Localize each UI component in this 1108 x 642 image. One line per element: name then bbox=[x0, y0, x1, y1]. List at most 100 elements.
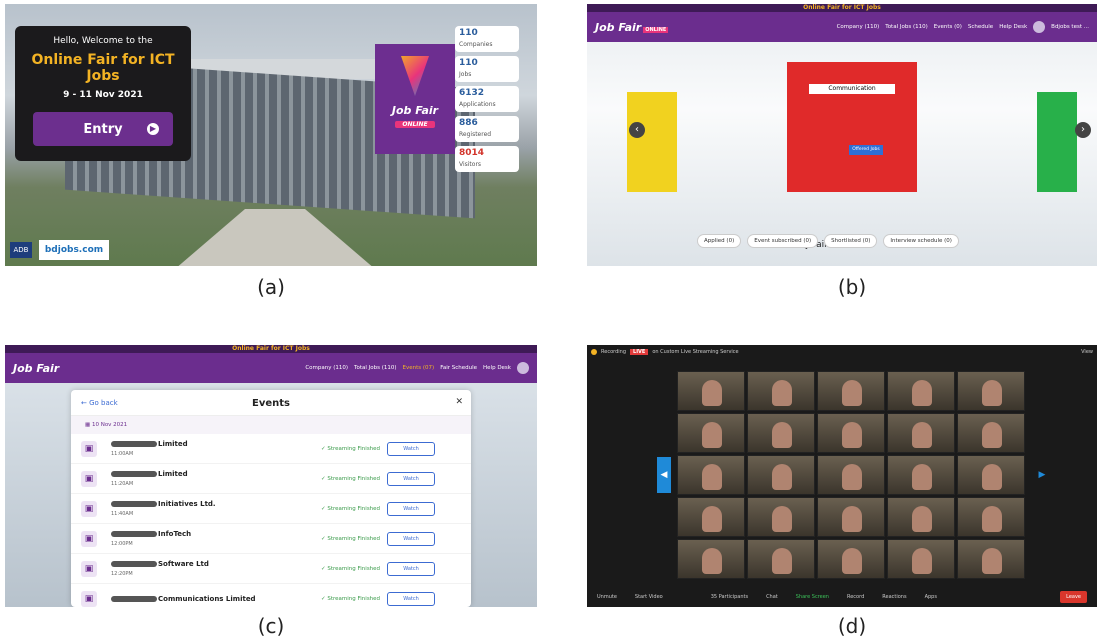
participant-tile[interactable] bbox=[887, 497, 955, 537]
fair-banner: Online Fair for ICT Jobs bbox=[587, 4, 1097, 12]
participant-tile[interactable] bbox=[677, 413, 745, 453]
nav-company[interactable]: Company (110) bbox=[837, 24, 880, 30]
stream-label[interactable]: on Custom Live Streaming Service bbox=[652, 349, 738, 355]
participants-button[interactable]: 35 Participants bbox=[711, 594, 748, 600]
chevron-right-icon[interactable]: ▶ bbox=[1035, 457, 1049, 493]
record-button[interactable]: Record bbox=[847, 594, 864, 600]
participant-tile[interactable] bbox=[747, 455, 815, 495]
participant-grid bbox=[677, 371, 1025, 579]
walkway bbox=[175, 209, 375, 266]
list-item: ▣ Limited 11:20AM ✓ Streaming Finished Watch bbox=[71, 464, 471, 494]
participant-tile[interactable] bbox=[677, 455, 745, 495]
participant-tile[interactable] bbox=[817, 497, 885, 537]
participant-tile[interactable] bbox=[957, 497, 1025, 537]
start-video-button[interactable]: Start Video bbox=[635, 594, 663, 600]
entry-button[interactable]: Entry ▶ bbox=[33, 112, 173, 146]
nav-help-desk[interactable]: Help Desk bbox=[483, 365, 511, 371]
chevron-left-icon[interactable]: ‹ bbox=[629, 122, 645, 138]
participant-tile[interactable] bbox=[957, 371, 1025, 411]
leave-button[interactable]: Leave bbox=[1060, 591, 1087, 603]
nav-fair-schedule[interactable]: Fair Schedule bbox=[440, 365, 477, 371]
close-icon[interactable]: ✕ bbox=[455, 397, 463, 407]
fair-title: Online Fair for ICT Jobs bbox=[31, 52, 175, 84]
nav-logo[interactable]: Job Fair ONLINE bbox=[595, 21, 669, 34]
top-nav: Job Fair ONLINE Company (110) Total Jobs … bbox=[587, 12, 1097, 42]
watch-button[interactable]: Watch bbox=[387, 591, 435, 606]
participant-tile[interactable] bbox=[817, 539, 885, 579]
nav-company[interactable]: Company (110) bbox=[305, 365, 348, 371]
booth-right[interactable] bbox=[1037, 92, 1077, 192]
chevron-left-icon[interactable]: ◀ bbox=[657, 457, 671, 493]
logo-emblem-icon bbox=[401, 56, 429, 96]
nav-total-jobs[interactable]: Total Jobs (110) bbox=[885, 24, 927, 30]
apps-button[interactable]: Apps bbox=[925, 594, 937, 600]
activity-event-subscribed[interactable]: Event subscribed (0) bbox=[747, 234, 819, 248]
welcome-card: Hello, Welcome to the Online Fair for IC… bbox=[15, 26, 191, 161]
participant-tile[interactable] bbox=[677, 497, 745, 537]
list-item: ▣ Limited 11:00AM ✓ Streaming Finished Watch bbox=[71, 434, 471, 464]
participant-tile[interactable] bbox=[887, 413, 955, 453]
participant-tile[interactable] bbox=[957, 413, 1025, 453]
booth-center[interactable] bbox=[787, 62, 917, 192]
entry-label: Entry bbox=[83, 121, 123, 137]
participant-tile[interactable] bbox=[887, 539, 955, 579]
participant-tile[interactable] bbox=[887, 455, 955, 495]
reactions-button[interactable]: Reactions bbox=[882, 594, 906, 600]
participant-tile[interactable] bbox=[747, 413, 815, 453]
participant-tile[interactable] bbox=[817, 455, 885, 495]
chat-button[interactable]: Chat bbox=[766, 594, 778, 600]
stat-jobs: 110 Jobs bbox=[455, 56, 519, 82]
unmute-button[interactable]: Unmute bbox=[597, 594, 617, 600]
participant-tile[interactable] bbox=[817, 371, 885, 411]
offered-jobs-button[interactable]: Offered Jobs bbox=[849, 145, 883, 155]
recording-label: Recording bbox=[601, 349, 627, 355]
status-badge: ✓ Streaming Finished bbox=[321, 595, 381, 602]
nav-schedule[interactable]: Schedule bbox=[968, 24, 993, 30]
stats-list: 110 Companies 110 Jobs 6132 Applications 88… bbox=[455, 26, 519, 176]
nav-total-jobs[interactable]: Total Jobs (110) bbox=[354, 365, 396, 371]
avatar[interactable] bbox=[1033, 21, 1046, 33]
meeting-toolbar: Unmute Start Video 35 Participants Chat … bbox=[587, 587, 1097, 607]
view-button[interactable]: View bbox=[1081, 349, 1093, 355]
nav-events[interactable]: Events (0) bbox=[934, 24, 962, 30]
nav-events[interactable]: Events (07) bbox=[403, 365, 435, 371]
participant-tile[interactable] bbox=[887, 371, 955, 411]
video-icon: ▣ bbox=[81, 500, 97, 517]
record-icon bbox=[591, 349, 597, 355]
fair-dates: 9 - 11 Nov 2021 bbox=[63, 90, 143, 100]
watch-button[interactable]: Watch bbox=[387, 531, 435, 546]
nav-help-desk[interactable]: Help Desk bbox=[999, 24, 1027, 30]
participant-tile[interactable] bbox=[957, 455, 1025, 495]
participant-tile[interactable] bbox=[747, 371, 815, 411]
adb-logo: ADB bbox=[10, 242, 32, 258]
watch-button[interactable]: Watch bbox=[387, 501, 435, 516]
participant-tile[interactable] bbox=[817, 413, 885, 453]
watch-button[interactable]: Watch bbox=[387, 441, 435, 456]
stat-visitors: 8014 Visitors bbox=[455, 146, 519, 172]
list-item: ▣ Software Ltd 12:20PM ✓ Streaming Finished… bbox=[71, 554, 471, 584]
participant-tile[interactable] bbox=[747, 497, 815, 537]
avatar[interactable] bbox=[517, 362, 529, 374]
participant-tile[interactable] bbox=[677, 371, 745, 411]
participant-tile[interactable] bbox=[747, 539, 815, 579]
events-modal: ← Go back Events ✕ ▦ 10 Nov 2021 ▣ Limite… bbox=[71, 390, 471, 607]
participant-tile[interactable] bbox=[677, 539, 745, 579]
booth-left[interactable] bbox=[627, 92, 677, 192]
list-item: ▣ Communications Limited ✓ Streaming Finis… bbox=[71, 584, 471, 607]
participant-tile[interactable] bbox=[957, 539, 1025, 579]
user-menu[interactable]: Bdjobs test ... bbox=[1051, 24, 1089, 30]
activity-interview-schedule[interactable]: Interview schedule (0) bbox=[883, 234, 959, 248]
stat-applications: 6132 Applications bbox=[455, 86, 519, 112]
chevron-right-icon[interactable]: › bbox=[1075, 122, 1091, 138]
activity-shortlisted[interactable]: Shortlisted (0) bbox=[824, 234, 878, 248]
status-badge: ✓ Streaming Finished bbox=[321, 565, 381, 572]
watch-button[interactable]: Watch bbox=[387, 561, 435, 576]
status-badge: ✓ Streaming Finished bbox=[321, 475, 381, 482]
video-icon: ▣ bbox=[81, 440, 97, 457]
nav-logo[interactable]: Job Fair bbox=[13, 362, 59, 375]
share-screen-button[interactable]: Share Screen bbox=[796, 594, 829, 600]
watch-button[interactable]: Watch bbox=[387, 471, 435, 486]
stat-companies: 110 Companies bbox=[455, 26, 519, 52]
stat-registered: 886 Registered bbox=[455, 116, 519, 142]
activity-applied[interactable]: Applied (0) bbox=[697, 234, 742, 248]
